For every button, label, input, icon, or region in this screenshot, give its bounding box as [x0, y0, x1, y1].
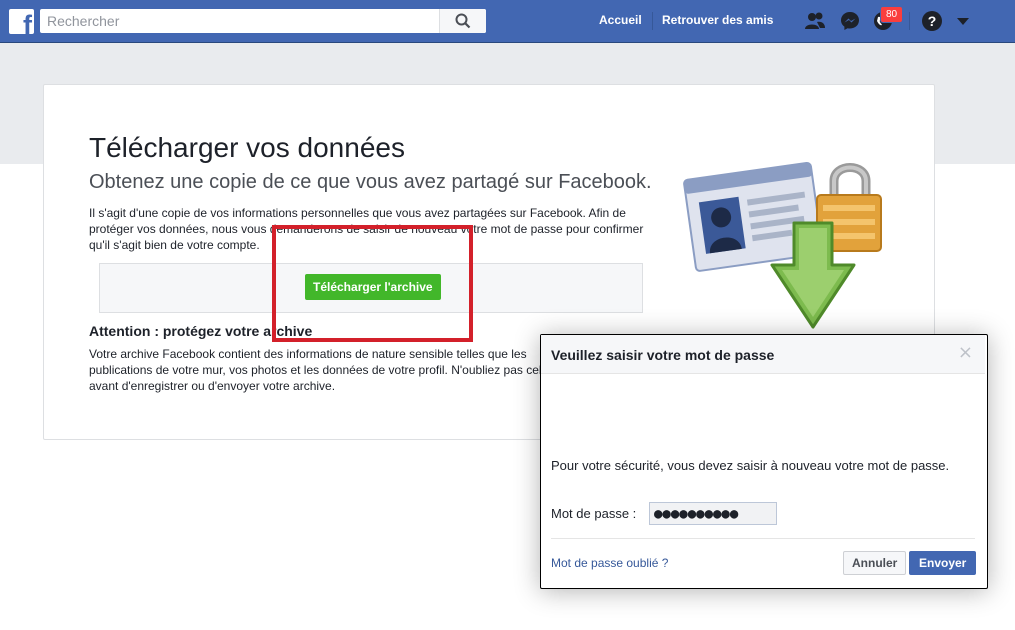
forgot-password-link[interactable]: Mot de passe oublié ? — [551, 556, 668, 570]
password-label: Mot de passe : — [551, 506, 637, 521]
password-field[interactable] — [649, 502, 777, 525]
cancel-button[interactable]: Annuler — [843, 551, 907, 575]
page-title: Télécharger vos données — [89, 132, 405, 163]
top-navigation-bar: f Accueil Retrouver des amis 80 ? — [0, 0, 1015, 43]
dialog-title: Veuillez saisir votre mot de passe — [551, 347, 775, 363]
submit-button[interactable]: Envoyer — [909, 551, 977, 575]
search-icon — [455, 13, 471, 29]
svg-text:?: ? — [928, 13, 937, 29]
nav-divider — [652, 12, 653, 30]
help-icon[interactable]: ? — [921, 10, 943, 32]
warning-text: Votre archive Facebook contient des info… — [89, 347, 549, 393]
download-button-highlight — [272, 225, 473, 342]
search-box — [40, 9, 486, 33]
chevron-down-icon[interactable] — [955, 14, 971, 28]
download-archive-illustration — [683, 161, 882, 329]
nav-find-friends-link[interactable]: Retrouver des amis — [662, 13, 773, 27]
page-subtitle: Obtenez une copie de ce que vous avez pa… — [89, 171, 652, 193]
dialog-footer-divider — [551, 538, 975, 539]
messenger-icon[interactable] — [839, 10, 861, 32]
dialog-message: Pour votre sécurité, vous devez saisir à… — [551, 458, 950, 473]
facebook-logo-icon[interactable]: f — [9, 9, 34, 34]
nav-home-link[interactable]: Accueil — [599, 13, 642, 27]
password-dialog: Veuillez saisir votre mot de passe × Pou… — [540, 334, 988, 589]
dialog-header: Veuillez saisir votre mot de passe × — [541, 335, 985, 374]
friend-requests-icon[interactable] — [804, 10, 826, 32]
nav-divider — [909, 12, 910, 30]
search-button[interactable] — [439, 9, 486, 33]
search-input[interactable] — [40, 9, 436, 33]
notification-count-badge: 80 — [880, 6, 903, 23]
close-icon[interactable]: × — [958, 344, 973, 362]
